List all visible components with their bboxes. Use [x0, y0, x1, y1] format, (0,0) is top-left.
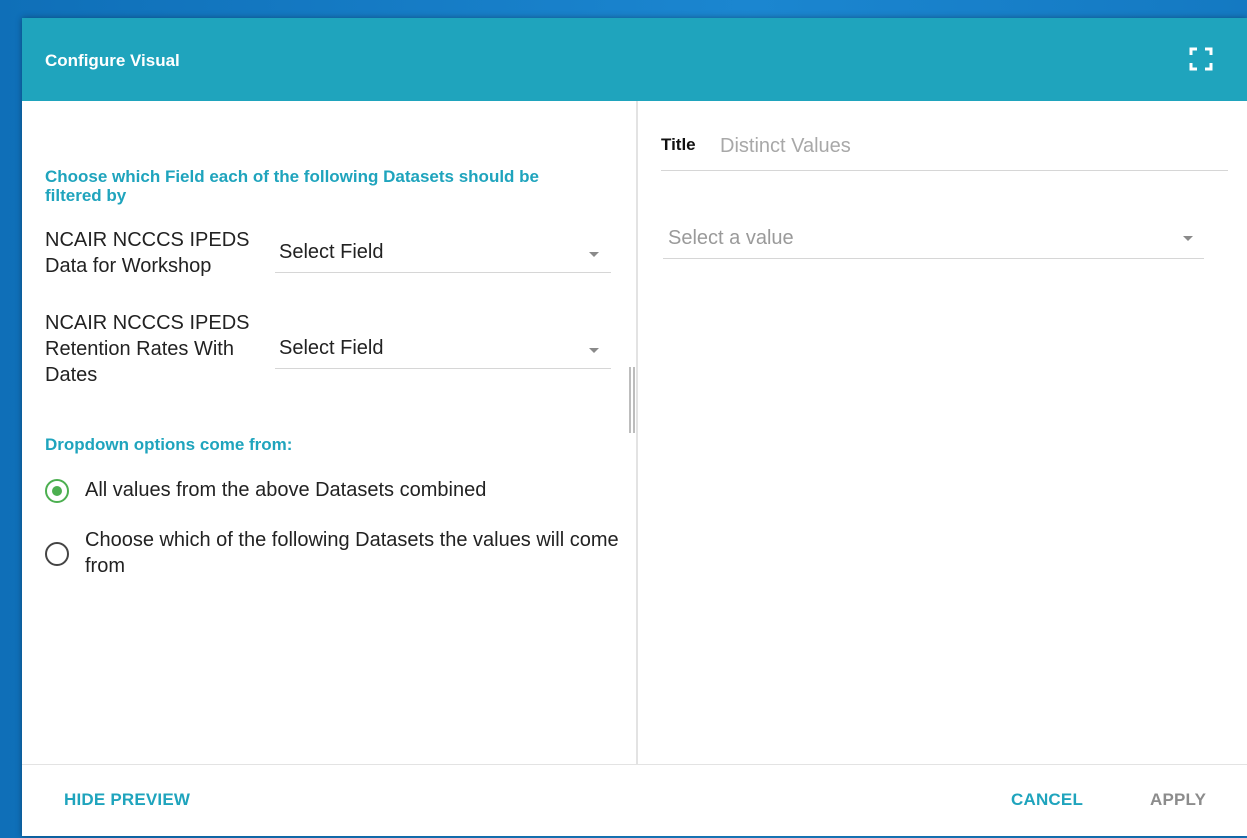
fullscreen-icon: [1189, 47, 1213, 71]
radio-unchecked-icon[interactable]: [45, 542, 69, 566]
configure-visual-dialog: Configure Visual Choose which Field each…: [22, 18, 1247, 836]
configuration-pane: Choose which Field each of the following…: [22, 101, 636, 764]
value-select[interactable]: Select a value: [663, 218, 1204, 259]
radio-label: All values from the above Datasets combi…: [85, 479, 487, 501]
hide-preview-button[interactable]: HIDE PREVIEW: [64, 790, 190, 810]
footer-divider: [22, 764, 1247, 765]
dataset-label-retention: NCAIR NCCCS IPEDS Retention Rates With D…: [45, 312, 250, 386]
title-underline: [661, 170, 1228, 171]
dropdown-options-heading: Dropdown options come from:: [45, 435, 293, 454]
cancel-button[interactable]: CANCEL: [1011, 790, 1083, 810]
title-input[interactable]: [718, 127, 1232, 165]
fullscreen-button[interactable]: [1189, 47, 1213, 71]
radio-all-values[interactable]: All values from the above Datasets combi…: [45, 475, 625, 505]
dataset-label-workshop: NCAIR NCCCS IPEDS Data for Workshop: [45, 229, 250, 277]
field-select-value: Select Field: [279, 337, 384, 359]
filter-field-heading: Choose which Field each of the following…: [45, 167, 539, 205]
preview-pane: Title Select a value: [638, 101, 1247, 764]
radio-choose-datasets[interactable]: Choose which of the following Datasets t…: [45, 525, 625, 581]
caret-down-icon: [1183, 236, 1193, 241]
dialog-title: Configure Visual: [45, 51, 180, 70]
apply-button[interactable]: APPLY: [1150, 790, 1206, 810]
dialog-header: Configure Visual: [22, 18, 1247, 101]
caret-down-icon: [589, 348, 599, 353]
caret-down-icon: [589, 252, 599, 257]
radio-checked-icon[interactable]: [45, 479, 69, 503]
field-select-workshop[interactable]: Select Field: [275, 234, 611, 273]
pane-resize-handle[interactable]: [629, 367, 635, 433]
field-select-value: Select Field: [279, 241, 384, 263]
value-select-placeholder: Select a value: [668, 227, 794, 249]
title-label: Title: [661, 135, 696, 154]
radio-label: Choose which of the following Datasets t…: [85, 529, 619, 577]
field-select-retention[interactable]: Select Field: [275, 330, 611, 369]
